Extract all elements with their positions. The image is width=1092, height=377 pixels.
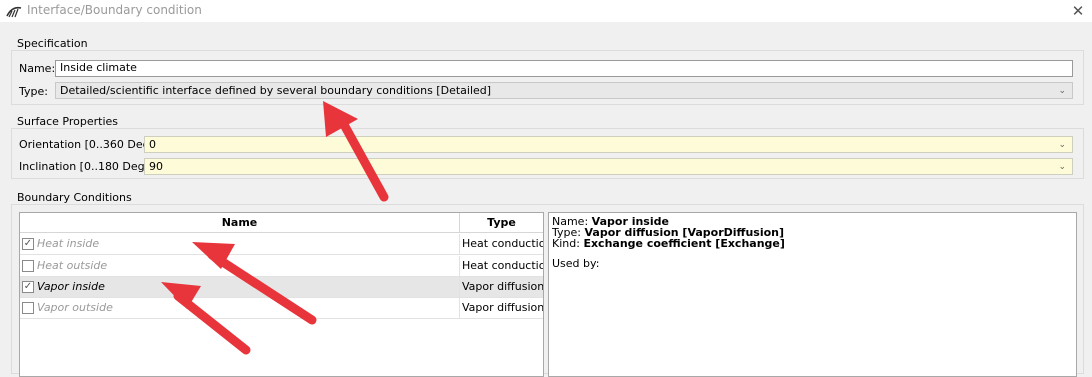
column-header-name[interactable]: Name: [20, 213, 460, 233]
checkbox-checked[interactable]: ✓: [22, 281, 34, 293]
table-row[interactable]: ✓ Heat inside Heat conduction: [20, 234, 543, 255]
info-kind-value: Exchange coefficient [Exchange]: [583, 237, 785, 250]
boundary-group-label: Boundary Conditions: [17, 191, 132, 204]
row-type: Vapor diffusion: [462, 280, 544, 293]
orientation-field[interactable]: 0 ⌄: [144, 136, 1073, 153]
wave-icon: [6, 6, 22, 18]
checkbox-unchecked[interactable]: [22, 302, 34, 314]
row-name: Heat outside: [37, 259, 108, 272]
inclination-field[interactable]: 90 ⌄: [144, 158, 1073, 175]
row-name: Heat inside: [37, 237, 100, 250]
window-title: Interface/Boundary condition: [27, 3, 202, 17]
row-name: Vapor outside: [37, 301, 113, 314]
chevron-down-icon: ⌄: [1058, 86, 1066, 96]
info-used-by-label: Used by:: [552, 257, 600, 270]
column-header-type[interactable]: Type: [460, 213, 543, 233]
row-type: Heat conduction: [462, 237, 544, 250]
name-field[interactable]: Inside climate: [55, 60, 1073, 77]
close-icon[interactable]: ✕: [1068, 1, 1088, 21]
row-name: Vapor inside: [37, 280, 105, 293]
checkbox-checked[interactable]: ✓: [22, 238, 34, 250]
row-type: Vapor diffusion: [462, 301, 544, 314]
name-cell: ✓ Heat inside: [20, 234, 460, 255]
specification-group-label: Specification: [17, 37, 88, 50]
info-kind-label: Kind:: [552, 237, 580, 250]
name-cell: Vapor outside: [20, 298, 460, 319]
table-row[interactable]: Vapor outside Vapor diffusion: [20, 298, 543, 319]
info-kind-line: Kind: Exchange coefficient [Exchange]: [552, 238, 785, 249]
boundary-table: Name Type ✓ Heat inside Heat conduction …: [19, 212, 544, 377]
type-label: Type:: [19, 85, 48, 98]
name-cell: Heat outside: [20, 256, 460, 277]
chevron-down-icon: ⌄: [1058, 140, 1066, 150]
checkbox-unchecked[interactable]: [22, 260, 34, 272]
name-label: Name:: [19, 62, 56, 75]
chevron-down-icon: ⌄: [1058, 162, 1066, 172]
table-row[interactable]: Heat outside Heat conduction: [20, 256, 543, 277]
type-select[interactable]: Detailed/scientific interface defined by…: [55, 82, 1073, 99]
table-row-selected[interactable]: ✓ Vapor inside Vapor diffusion: [20, 277, 543, 298]
name-cell: ✓ Vapor inside: [20, 277, 460, 298]
orientation-label: Orientation [0..360 Deg]:: [19, 138, 158, 151]
inclination-label: Inclination [0..180 Deg]:: [19, 160, 153, 173]
title-bar: Interface/Boundary condition ✕: [0, 0, 1092, 22]
orientation-value: 0: [149, 138, 156, 151]
row-type: Heat conduction: [462, 259, 544, 272]
type-select-value: Detailed/scientific interface defined by…: [60, 84, 492, 97]
inclination-value: 90: [149, 160, 163, 173]
info-panel: Name: Vapor inside Type: Vapor diffusion…: [548, 212, 1077, 377]
surface-group-label: Surface Properties: [17, 115, 118, 128]
